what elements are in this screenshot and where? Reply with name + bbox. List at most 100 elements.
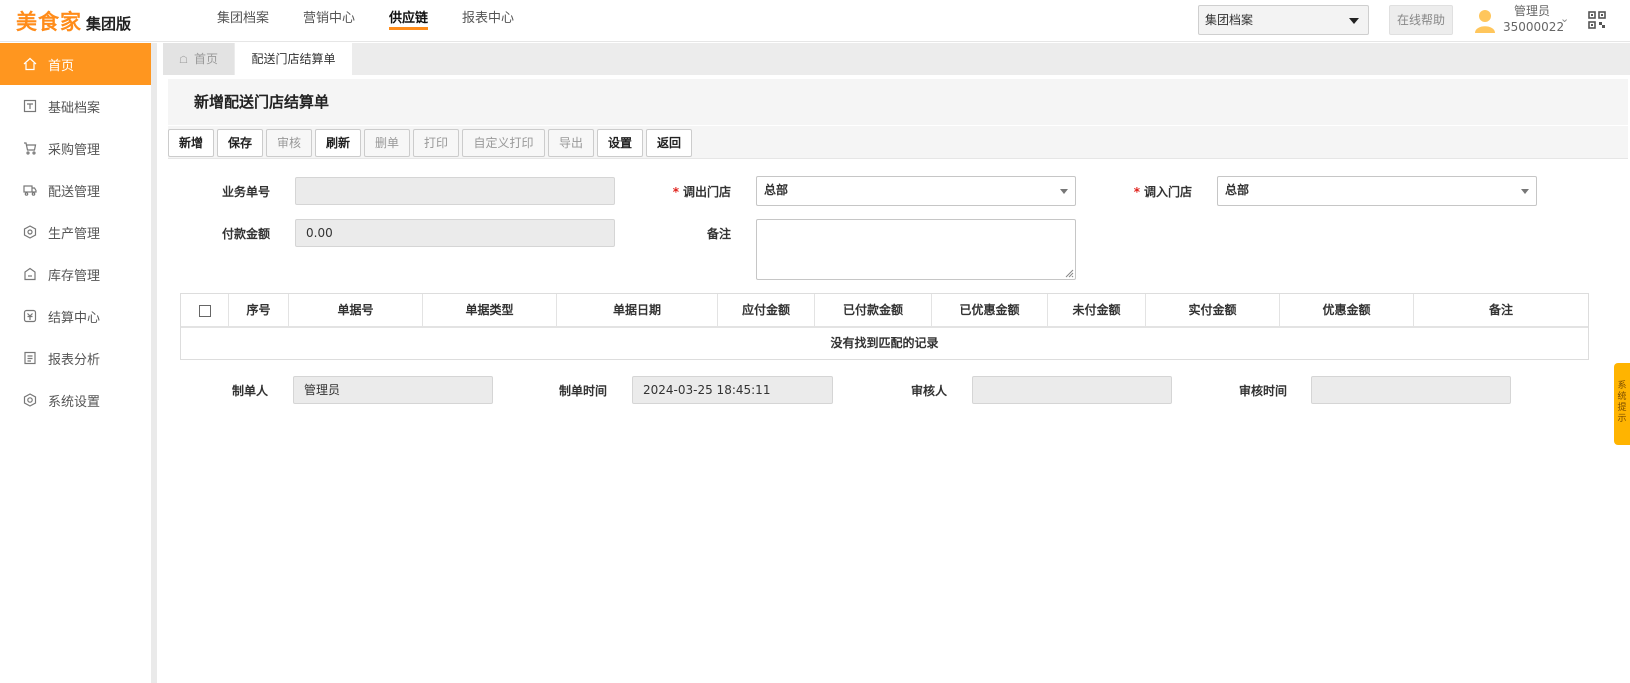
avatar[interactable] (1474, 9, 1496, 33)
nav-item-supply-chain[interactable]: 供应链 (372, 0, 445, 42)
settlement-icon (22, 308, 38, 324)
chevron-down-icon[interactable]: ⌄ (1560, 12, 1569, 25)
sidebar: 首页 基础档案 采购管理 配送管理 生产管理 库存管理 结算中心 报表分析 系统… (0, 43, 157, 683)
remark-textarea[interactable] (756, 219, 1076, 280)
caret-down-icon (1521, 189, 1529, 194)
created-time-label: 制单时间 (558, 384, 607, 398)
user-info[interactable]: 管理员 35000022 (1503, 3, 1565, 35)
home-icon (22, 56, 38, 72)
home-icon: ☖ (179, 55, 188, 66)
sidebar-item-label: 基础档案 (48, 100, 101, 116)
top-nav: 集团档案 营销中心 供应链 报表中心 (200, 0, 531, 42)
column-header[interactable]: 实付金额 (1146, 294, 1280, 326)
out-store-select[interactable]: 总部 (756, 176, 1076, 206)
column-header[interactable]: 应付金额 (718, 294, 815, 326)
sidebar-item-label: 结算中心 (48, 310, 101, 326)
page-header: 新增配送门店结算单 (168, 79, 1628, 125)
sidebar-item-label: 首页 (48, 58, 75, 74)
column-header[interactable]: 优惠金额 (1280, 294, 1414, 326)
logo[interactable]: 美食家 集团版 (16, 6, 131, 34)
export-button[interactable]: 导出 (548, 129, 594, 157)
brand-edition: 集团版 (86, 15, 132, 33)
in-store-value: 总部 (1225, 183, 1250, 197)
delete-button[interactable]: 删单 (364, 129, 410, 157)
user-id: 35000022 (1503, 20, 1565, 34)
sidebar-item-inventory[interactable]: 库存管理 (0, 253, 151, 295)
production-icon (22, 224, 38, 240)
sidebar-item-label: 报表分析 (48, 352, 101, 368)
refresh-button[interactable]: 刷新 (315, 129, 361, 157)
creator-label: 制单人 (231, 384, 268, 398)
report-icon (22, 350, 38, 366)
column-header[interactable]: 未付金额 (1048, 294, 1146, 326)
back-button[interactable]: 返回 (646, 129, 692, 157)
org-select[interactable]: 集团档案 (1198, 5, 1369, 35)
nav-item-marketing[interactable]: 营销中心 (286, 0, 372, 42)
column-header[interactable]: 单据类型 (423, 294, 557, 326)
audit-button[interactable]: 审核 (266, 129, 312, 157)
tab-bar: ☖ 首页 配送门店结算单 (163, 43, 1630, 75)
column-header[interactable]: 单据日期 (557, 294, 718, 326)
custom-print-button[interactable]: 自定义打印 (462, 129, 545, 157)
pay-amount-label: 付款金额 (221, 227, 270, 241)
column-header[interactable]: 单据号 (289, 294, 423, 326)
tab-home[interactable]: ☖ 首页 (163, 43, 234, 75)
org-select-value: 集团档案 (1205, 13, 1254, 27)
nav-item-archive[interactable]: 集团档案 (200, 0, 286, 42)
caret-down-icon (1060, 189, 1068, 194)
qr-code-icon[interactable] (1588, 11, 1606, 29)
sidebar-item-home[interactable]: 首页 (0, 43, 151, 85)
user-role: 管理员 (1513, 4, 1550, 18)
page-title: 新增配送门店结算单 (194, 93, 330, 111)
tab-home-label: 首页 (193, 52, 218, 66)
nav-item-reports[interactable]: 报表中心 (445, 0, 531, 42)
sidebar-item-label: 采购管理 (48, 142, 101, 158)
remark-label: 备注 (706, 227, 731, 241)
save-button[interactable]: 保存 (217, 129, 263, 157)
in-store-select[interactable]: 总部 (1217, 176, 1537, 206)
audit-time-label: 审核时间 (1238, 384, 1287, 398)
online-help-button[interactable]: 在线帮助 (1389, 5, 1453, 35)
sidebar-item-settings[interactable]: 系统设置 (0, 379, 151, 421)
resize-grip-icon[interactable] (1064, 268, 1074, 278)
tab-current[interactable]: 配送门店结算单 (235, 43, 352, 75)
sidebar-item-reports[interactable]: 报表分析 (0, 337, 151, 379)
new-button[interactable]: 新增 (168, 129, 214, 157)
select-all-checkbox[interactable] (181, 294, 229, 326)
sidebar-item-label: 库存管理 (48, 268, 101, 284)
auditor-label: 审核人 (910, 384, 947, 398)
settlement-table: 序号 单据号 单据类型 单据日期 应付金额 已付款金额 已优惠金额 未付金额 实… (180, 293, 1589, 360)
sidebar-item-distribution[interactable]: 配送管理 (0, 169, 151, 211)
creator-field[interactable]: 管理员 (293, 376, 493, 404)
pay-amount-field[interactable]: 0.00 (295, 219, 615, 247)
settings-button[interactable]: 设置 (597, 129, 643, 157)
sidebar-item-archive[interactable]: 基础档案 (0, 85, 151, 127)
print-button[interactable]: 打印 (413, 129, 459, 157)
doc-no-field[interactable] (295, 177, 615, 205)
column-header[interactable]: 序号 (229, 294, 289, 326)
column-header[interactable]: 已优惠金额 (932, 294, 1048, 326)
caret-down-icon (1349, 18, 1359, 24)
empty-message: 没有找到匹配的记录 (830, 336, 939, 350)
column-header[interactable]: 已付款金额 (815, 294, 932, 326)
doc-no-label: 业务单号 (221, 185, 270, 199)
cart-icon (22, 140, 38, 156)
column-header[interactable]: 备注 (1414, 294, 1588, 326)
system-tip-tab[interactable]: 系统提示 (1614, 363, 1630, 445)
sidebar-item-production[interactable]: 生产管理 (0, 211, 151, 253)
sidebar-item-purchase[interactable]: 采购管理 (0, 127, 151, 169)
out-store-value: 总部 (764, 183, 789, 197)
sidebar-item-label: 系统设置 (48, 394, 101, 410)
audit-time-field[interactable] (1311, 376, 1511, 404)
out-store-label: * 调出门店 (672, 185, 731, 199)
top-bar: 美食家 集团版 集团档案 营销中心 供应链 报表中心 集团档案 在线帮助 管理员… (0, 0, 1630, 42)
toolbar: 新增 保存 审核 刷新 删单 打印 自定义打印 导出 设置 返回 (168, 126, 1628, 159)
created-time-field[interactable]: 2024-03-25 18:45:11 (632, 376, 833, 404)
in-store-label: * 调入门店 (1133, 185, 1192, 199)
sidebar-item-settlement[interactable]: 结算中心 (0, 295, 151, 337)
truck-icon (22, 182, 38, 198)
auditor-field[interactable] (972, 376, 1172, 404)
table-header: 序号 单据号 单据类型 单据日期 应付金额 已付款金额 已优惠金额 未付金额 实… (181, 294, 1588, 328)
inventory-icon (22, 266, 38, 282)
sidebar-item-label: 生产管理 (48, 226, 101, 242)
